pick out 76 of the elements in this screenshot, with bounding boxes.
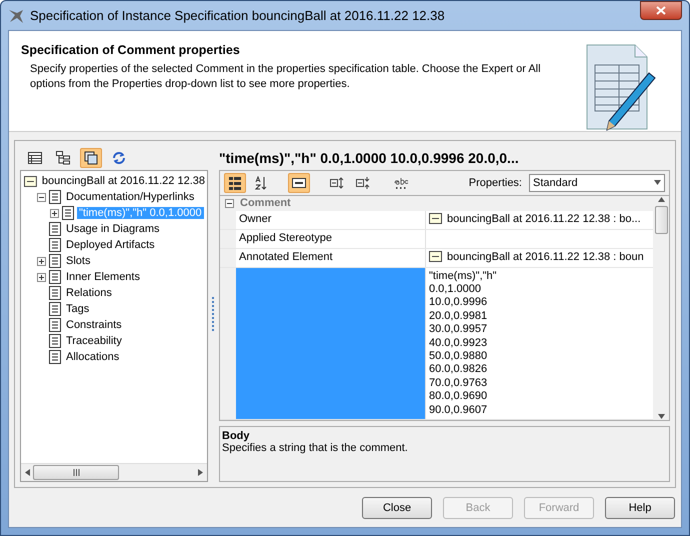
element-icon	[24, 176, 37, 186]
tree-item[interactable]: Deployed Artifacts	[64, 239, 157, 251]
grip-icon	[72, 469, 80, 476]
sort-az-icon	[255, 176, 267, 190]
document-icon	[49, 270, 61, 284]
right-arrow-icon[interactable]	[197, 469, 204, 476]
property-value-cell[interactable]: bouncingBall at 2016.11.22 12.38 : bo...	[426, 210, 653, 229]
document-icon	[49, 334, 61, 348]
properties-dropdown[interactable]: Standard	[529, 174, 665, 192]
property-value-cell[interactable]: bouncingBall at 2016.11.22 12.38 : boun	[426, 248, 653, 267]
document-icon	[49, 222, 61, 236]
down-arrow-icon[interactable]	[658, 413, 664, 420]
tree-item[interactable]: Slots	[64, 255, 92, 267]
left-arrow-icon[interactable]	[24, 469, 31, 476]
scrollbar-thumb[interactable]	[654, 206, 668, 234]
properties-toolbar-button[interactable]	[224, 173, 246, 193]
dialog-button[interactable]: Help	[605, 497, 675, 519]
property-value-cell[interactable]	[426, 230, 653, 248]
document-icon	[49, 350, 61, 364]
table-icon	[28, 152, 42, 164]
close-button[interactable]	[640, 1, 682, 20]
scrollbar-thumb[interactable]	[33, 465, 119, 480]
collapse-icon	[356, 176, 370, 190]
collapse-toggle[interactable]	[225, 198, 234, 208]
properties-label: Properties:	[468, 177, 522, 189]
app-logo-icon	[8, 8, 24, 24]
expand-toggle[interactable]	[50, 208, 59, 218]
down-arrow-icon[interactable]	[654, 179, 661, 186]
element-icon	[429, 212, 442, 224]
window-title: Specification of Instance Specification bouncingBall at 2016.11.22 12.38	[30, 8, 445, 23]
element-title: "time(ms)","h" 0.0,1.0000 10.0,0.9996 20.0,0...	[219, 149, 520, 168]
document-icon	[49, 286, 61, 300]
windows-icon	[84, 151, 98, 165]
tree-root-item[interactable]: bouncingBall at 2016.11.22 12.38	[40, 175, 207, 187]
tree-item[interactable]: Usage in Diagrams	[64, 223, 162, 235]
dialog-button[interactable]: Close	[362, 497, 432, 519]
up-arrow-icon[interactable]	[658, 196, 664, 203]
element-icon	[429, 250, 442, 262]
collapse-toggle[interactable]	[37, 192, 46, 202]
panel-icon	[292, 178, 306, 188]
spelling-icon	[393, 176, 409, 190]
tree-icon	[56, 151, 70, 165]
tree-item[interactable]: Allocations	[64, 351, 122, 363]
tree-item[interactable]: Traceability	[64, 335, 124, 347]
document-icon	[49, 254, 61, 268]
tree-toolbar-button[interactable]	[80, 148, 102, 168]
expand-icon	[330, 176, 344, 190]
vertical-scrollbar[interactable]	[653, 196, 669, 420]
refresh-icon	[112, 151, 126, 165]
property-name-cell[interactable]	[236, 268, 426, 419]
property-value-cell[interactable]: "time(ms)","h" 0.0,1.0000 10.0,0.9996 20.0,0.9981 30.0,0.9957 40.0,0.9923 50.0,0.9880 60.0,0.9826 70.0,0.9763 80.0,0.9690 90.0,0.9607	[426, 268, 653, 419]
property-name-cell[interactable]: Owner	[236, 210, 426, 229]
description-title: Body	[222, 430, 250, 442]
document-icon	[49, 238, 61, 252]
document-icon	[49, 190, 61, 204]
property-name-cell[interactable]: Applied Stereotype	[236, 230, 426, 248]
splitter-handle[interactable]	[212, 297, 215, 331]
tree-item[interactable]: Tags	[64, 303, 92, 315]
tree-item[interactable]: Documentation/Hyperlinks	[64, 191, 196, 203]
description-text: Specifies a string that is the comment.	[222, 442, 409, 454]
close-icon	[656, 6, 666, 15]
expand-toggle[interactable]	[37, 272, 46, 282]
property-name-cell[interactable]: Annotated Element	[236, 248, 426, 267]
categorized-list-icon	[229, 176, 241, 190]
expand-toggle[interactable]	[37, 256, 46, 266]
document-icon	[49, 318, 61, 332]
group-label: Comment	[240, 197, 291, 210]
tree-item[interactable]: Relations	[64, 287, 114, 299]
tree-item[interactable]: Inner Elements	[64, 271, 142, 283]
header-title: Specification of Comment properties	[21, 43, 241, 57]
document-icon	[49, 302, 61, 316]
tree-item[interactable]: Constraints	[64, 319, 124, 331]
document-icon	[62, 206, 74, 220]
header-description: Specify properties of the selected Comment in the properties specification table. Choose the Expert or All options from the Properties drop-down list to see more properties.	[29, 62, 542, 92]
horizontal-scrollbar[interactable]	[21, 463, 207, 481]
properties-toolbar-button[interactable]	[288, 173, 310, 193]
